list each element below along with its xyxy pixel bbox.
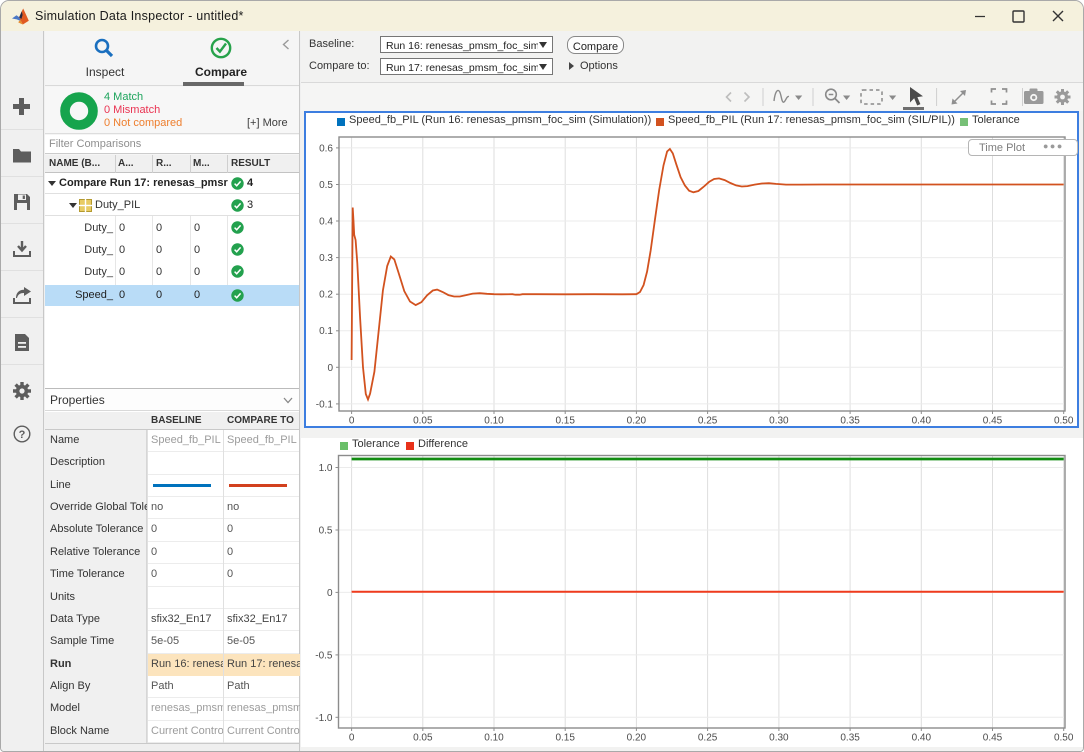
- svg-text:0.15: 0.15: [555, 416, 575, 427]
- svg-text:0.45: 0.45: [983, 733, 1003, 744]
- svg-text:0.20: 0.20: [627, 416, 647, 427]
- svg-text:0.40: 0.40: [912, 416, 932, 427]
- svg-text:-0.5: -0.5: [315, 650, 333, 661]
- svg-text:0.2: 0.2: [319, 290, 333, 301]
- svg-text:?: ?: [19, 429, 26, 441]
- svg-text:0: 0: [327, 363, 333, 374]
- svg-text:-1.0: -1.0: [315, 713, 333, 724]
- svg-text:0.05: 0.05: [413, 416, 433, 427]
- svg-text:0.20: 0.20: [627, 733, 647, 744]
- svg-text:0.35: 0.35: [840, 416, 860, 427]
- svg-text:0: 0: [349, 733, 355, 744]
- svg-text:0.3: 0.3: [319, 253, 333, 264]
- svg-text:-0.1: -0.1: [316, 399, 334, 410]
- svg-text:0: 0: [349, 416, 355, 427]
- svg-text:0.35: 0.35: [840, 733, 860, 744]
- svg-text:0.45: 0.45: [983, 416, 1003, 427]
- svg-text:0.1: 0.1: [319, 326, 333, 337]
- svg-text:0.5: 0.5: [319, 526, 333, 537]
- svg-text:0.30: 0.30: [769, 416, 789, 427]
- svg-text:0.10: 0.10: [484, 733, 504, 744]
- svg-text:0.4: 0.4: [319, 217, 333, 228]
- svg-text:0.30: 0.30: [769, 733, 789, 744]
- svg-text:0.10: 0.10: [484, 416, 504, 427]
- svg-text:0: 0: [327, 588, 333, 599]
- svg-text:1.0: 1.0: [319, 463, 333, 474]
- svg-text:0.15: 0.15: [555, 733, 575, 744]
- svg-text:0.05: 0.05: [413, 733, 433, 744]
- svg-text:0.5: 0.5: [319, 180, 333, 191]
- svg-text:0.50: 0.50: [1054, 733, 1074, 744]
- svg-text:0.40: 0.40: [912, 733, 932, 744]
- svg-text:0.25: 0.25: [698, 416, 718, 427]
- svg-text:0.50: 0.50: [1054, 416, 1074, 427]
- svg-text:0.6: 0.6: [319, 143, 333, 154]
- svg-text:0.25: 0.25: [698, 733, 718, 744]
